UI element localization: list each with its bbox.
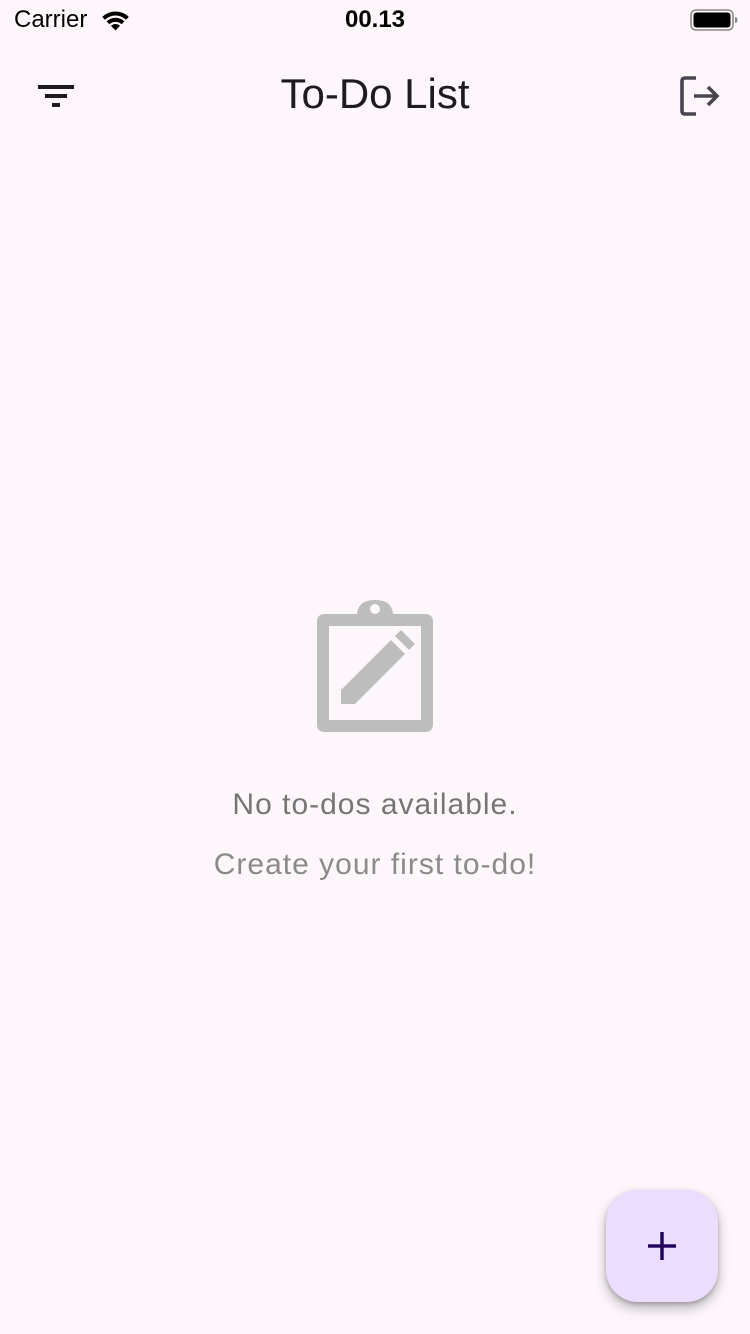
empty-state-subtitle: Create your first to-do! (213, 848, 537, 881)
empty-state: No to-dos available. Create your first t… (0, 596, 750, 882)
empty-state-title: No to-dos available. (232, 788, 518, 821)
status-bar: Carrier 00.13 (0, 0, 750, 40)
clipboard-edit-icon (317, 600, 433, 732)
logout-icon (680, 76, 720, 116)
app-bar: To-Do List (0, 40, 750, 156)
todo-screen: Carrier 00.13 To-Do List No to-dos avail… (0, 0, 750, 1334)
status-time: 00.13 (344, 6, 406, 33)
page-title: To-Do List (280, 70, 470, 117)
add-todo-button[interactable] (606, 1190, 718, 1302)
plus-icon (648, 1232, 676, 1260)
logout-button[interactable] (664, 60, 736, 132)
battery-full-icon (690, 9, 738, 31)
